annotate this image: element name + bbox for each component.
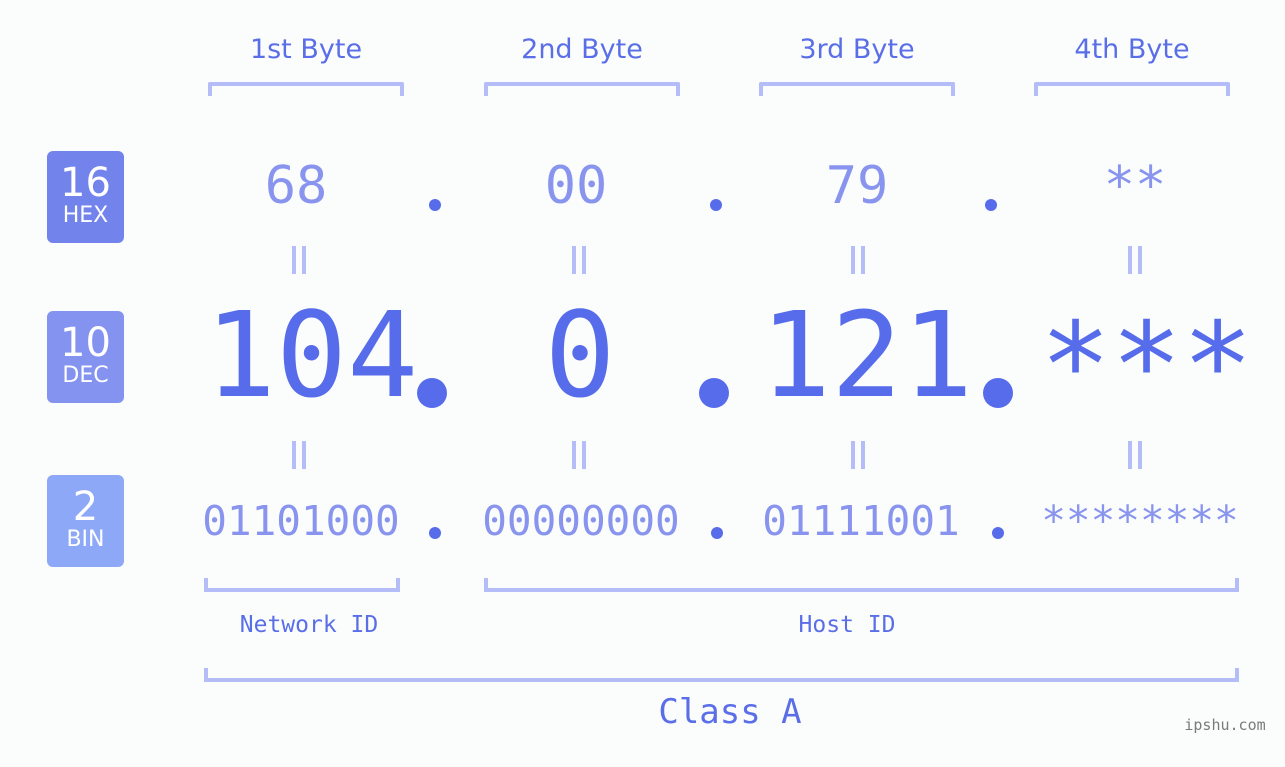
dec-dot-1 xyxy=(417,378,447,408)
bin-base-number: 2 xyxy=(72,484,99,530)
byte-header-1: 1st Byte xyxy=(249,34,363,65)
host-id-bracket xyxy=(484,578,1239,592)
bin-dot-3 xyxy=(992,527,1004,539)
byte-bracket-3 xyxy=(759,82,955,96)
dec-badge: 10 DEC xyxy=(47,311,124,403)
hex-byte-1: 68 xyxy=(264,156,328,216)
network-id-label: Network ID xyxy=(239,612,379,638)
dec-byte-2: 0 xyxy=(544,286,616,424)
equals-icon xyxy=(570,441,588,469)
bin-dot-2 xyxy=(711,527,723,539)
dec-base-number: 10 xyxy=(60,320,111,366)
equals-icon xyxy=(849,441,867,469)
hex-dot-1 xyxy=(429,199,441,211)
bin-base-label: BIN xyxy=(66,527,105,552)
byte-bracket-4 xyxy=(1034,82,1230,96)
byte-header-3: 3rd Byte xyxy=(799,34,915,65)
equals-icon xyxy=(1126,441,1144,469)
network-id-bracket xyxy=(204,578,400,592)
class-label: Class A xyxy=(658,692,802,732)
hex-base-label: HEX xyxy=(62,203,109,228)
hex-base-number: 16 xyxy=(60,160,111,206)
bin-byte-1: 01101000 xyxy=(202,497,400,545)
equals-icon xyxy=(290,246,308,274)
dec-dot-2 xyxy=(699,378,729,408)
byte-header-2: 2nd Byte xyxy=(521,34,643,65)
watermark: ipshu.com xyxy=(1184,716,1266,734)
dec-byte-4: *** xyxy=(1040,296,1254,434)
dec-base-label: DEC xyxy=(62,363,109,388)
bin-byte-3: 01111001 xyxy=(762,497,960,545)
hex-badge: 16 HEX xyxy=(47,151,124,243)
hex-dot-3 xyxy=(985,199,997,211)
byte-bracket-2 xyxy=(484,82,680,96)
bin-badge: 2 BIN xyxy=(47,475,124,567)
bin-dot-1 xyxy=(429,527,441,539)
equals-icon xyxy=(570,246,588,274)
dec-byte-1: 104 xyxy=(205,286,419,424)
dec-dot-3 xyxy=(983,378,1013,408)
hex-dot-2 xyxy=(710,199,722,211)
class-bracket xyxy=(204,668,1239,682)
host-id-label: Host ID xyxy=(798,612,896,638)
equals-icon xyxy=(849,246,867,274)
byte-bracket-1 xyxy=(208,82,404,96)
equals-icon xyxy=(1126,246,1144,274)
equals-icon xyxy=(290,441,308,469)
hex-byte-3: 79 xyxy=(825,156,889,216)
hex-byte-2: 00 xyxy=(544,156,608,216)
bin-byte-4: ******** xyxy=(1041,497,1239,545)
dec-byte-3: 121 xyxy=(760,286,974,424)
byte-header-4: 4th Byte xyxy=(1074,34,1190,65)
hex-byte-4: ** xyxy=(1103,156,1167,216)
bin-byte-2: 00000000 xyxy=(482,497,680,545)
